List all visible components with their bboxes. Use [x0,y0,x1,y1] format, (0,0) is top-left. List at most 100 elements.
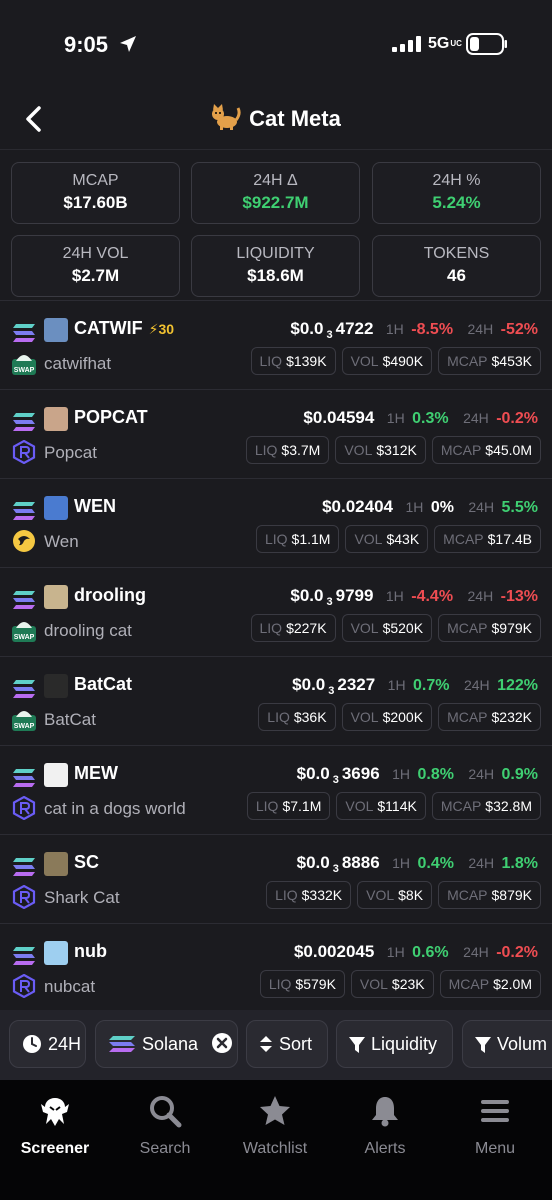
change-24h-label: 24H [468,855,495,871]
liquidity-pill: LIQ $579K [259,970,345,998]
change-24h-value: -0.2% [496,410,538,427]
stat-24h-vol: 24H VOL $2.7M [11,235,180,297]
token-row[interactable]: SC Shark Cat $0.0 3 8886 1H 0.4% 24H 1.8% … [0,834,552,923]
change-1h-value: 0.6% [412,944,449,961]
stat-value: $17.60B [63,193,128,212]
change-1h-label: 1H [385,588,404,604]
price-line: $0.0 3 4722 1H -8.5% 24H -52% [290,319,538,341]
nav-label: Search [139,1140,191,1157]
nav-search[interactable]: Search [110,1094,220,1158]
metric-pills: LIQ $3.7M VOL $312K MCAP $45.0M [245,436,541,464]
mcap-pill: MCAP $453K [438,347,541,375]
token-avatar [44,407,68,431]
nav-watchlist[interactable]: Watchlist [220,1094,330,1158]
token-symbol: WEN [74,496,116,516]
change-24h-value: 122% [497,677,538,694]
swap-icon: SWAP [12,618,36,642]
liquidity-pill: LIQ $1.1M [255,525,340,553]
volume-filter-button[interactable]: Volum [462,1020,552,1068]
clear-chain-icon[interactable] [211,1032,233,1054]
token-row[interactable]: POPCAT Popcat $0.04594 1H 0.3% 24H -0.2%… [0,389,552,478]
token-row[interactable]: BatCat SWAP BatCat $0.0 3 2327 1H 0.7% 24H… [0,656,552,745]
stat-label: 24H Δ [253,172,298,189]
stat-value: $18.6M [247,266,304,285]
token-row[interactable]: MEW cat in a dogs world $0.0 3 3696 1H 0.8… [0,745,552,834]
clock-icon [23,1035,41,1053]
price-line: $0.04594 1H 0.3% 24H -0.2% [303,408,538,428]
token-avatar [44,496,68,520]
mcap-pill: MCAP $232K [438,703,541,731]
liquidity-filter-button[interactable]: Liquidity [336,1020,453,1068]
token-row[interactable]: CATWIF ⚡30 SWAP catwifhat $0.0 3 4722 1H -8… [0,300,552,389]
metric-pills: LIQ $1.1M VOL $43K MCAP $17.4B [255,525,541,553]
token-avatar [44,941,68,965]
liquidity-pill: LIQ $332K [266,881,352,909]
stat-label: 24H VOL [62,245,129,262]
liquidity-pill: LIQ $3.7M [245,436,330,464]
token-avatar [44,585,68,609]
stat-mcap: MCAP $17.60B [11,162,180,224]
nav-alerts[interactable]: Alerts [330,1094,440,1158]
token-row[interactable]: drooling SWAP drooling cat $0.0 3 9799 1H … [0,567,552,656]
stat-label: 24H % [432,172,481,189]
token-symbol: BatCat [74,674,133,694]
chain-filter-button[interactable]: Solana [95,1020,238,1068]
stat-value: 5.24% [432,193,481,212]
token-symbol: nub [74,941,107,961]
nav-label: Screener [20,1140,90,1157]
sort-button[interactable]: Sort [246,1020,328,1068]
swap-icon: SWAP [12,707,36,731]
solana-chain-icon [12,856,36,878]
token-price: $0.0 3 3696 [296,764,380,786]
stat-label: LIQUIDITY [236,245,315,262]
token-price: $0.0 3 8886 [296,853,380,875]
cat-icon [212,104,241,130]
token-row[interactable]: nub nubcat $0.002045 1H 0.6% 24H -0.2% L… [0,923,552,1012]
token-symbol: SC [74,852,100,872]
change-24h-value: -13% [500,588,538,605]
token-symbol: POPCAT [74,407,148,427]
change-24h-label: 24H [463,677,490,693]
nav-menu[interactable]: Menu [440,1094,550,1158]
change-1h-value: 0.4% [417,855,454,872]
stat-label: TOKENS [423,245,490,262]
nav-screener[interactable]: Screener [0,1094,110,1158]
token-name: Shark Cat [44,888,120,907]
token-avatar [44,852,68,876]
sort-label: Sort [279,1034,313,1054]
change-24h-label: 24H [468,499,495,515]
token-avatar [44,318,68,342]
change-1h-value: 0% [430,499,454,516]
token-row[interactable]: WEN Wen $0.02404 1H 0% 24H 5.5% LIQ $1.1M… [0,478,552,567]
change-1h-label: 1H [386,944,405,960]
mcap-pill: MCAP $2.0M [439,970,541,998]
mcap-pill: MCAP $32.8M [431,792,541,820]
token-name: nubcat [44,977,96,996]
volume-label: Volum [497,1034,548,1054]
liquidity-label: Liquidity [371,1034,438,1054]
stat-label: MCAP [72,172,119,189]
liquidity-pill: LIQ $7.1M [246,792,331,820]
change-1h-value: 0.3% [412,410,449,427]
change-1h-label: 1H [405,499,424,515]
timeframe-filter-button[interactable]: 24H [9,1020,86,1068]
change-1h-label: 1H [392,855,411,871]
bottom-nav: Screener Search Watchlist Alerts Menu [0,1080,552,1200]
metric-pills: LIQ $579K VOL $23K MCAP $2.0M [259,970,541,998]
cell-signal-icon [392,36,421,52]
change-1h-label: 1H [386,410,405,426]
menu-icon [481,1100,509,1122]
filter-bar: 24H Solana Sort Liquidity Volum [0,1010,552,1080]
change-24h-value: 5.5% [501,499,538,516]
volume-pill: VOL $312K [335,436,426,464]
liquidity-pill: LIQ $36K [258,703,336,731]
sort-icon [260,1036,272,1052]
network-type: 5GUC [428,35,462,52]
metric-pills: LIQ $139K VOL $490K MCAP $453K [250,347,541,375]
price-line: $0.02404 1H 0% 24H 5.5% [322,497,538,517]
token-name: Wen [44,532,79,551]
svg-text:SWAP: SWAP [14,367,35,374]
token-symbol: CATWIF ⚡30 [74,318,175,338]
raydium-icon [12,795,36,821]
stat-liquidity: LIQUIDITY $18.6M [191,235,360,297]
